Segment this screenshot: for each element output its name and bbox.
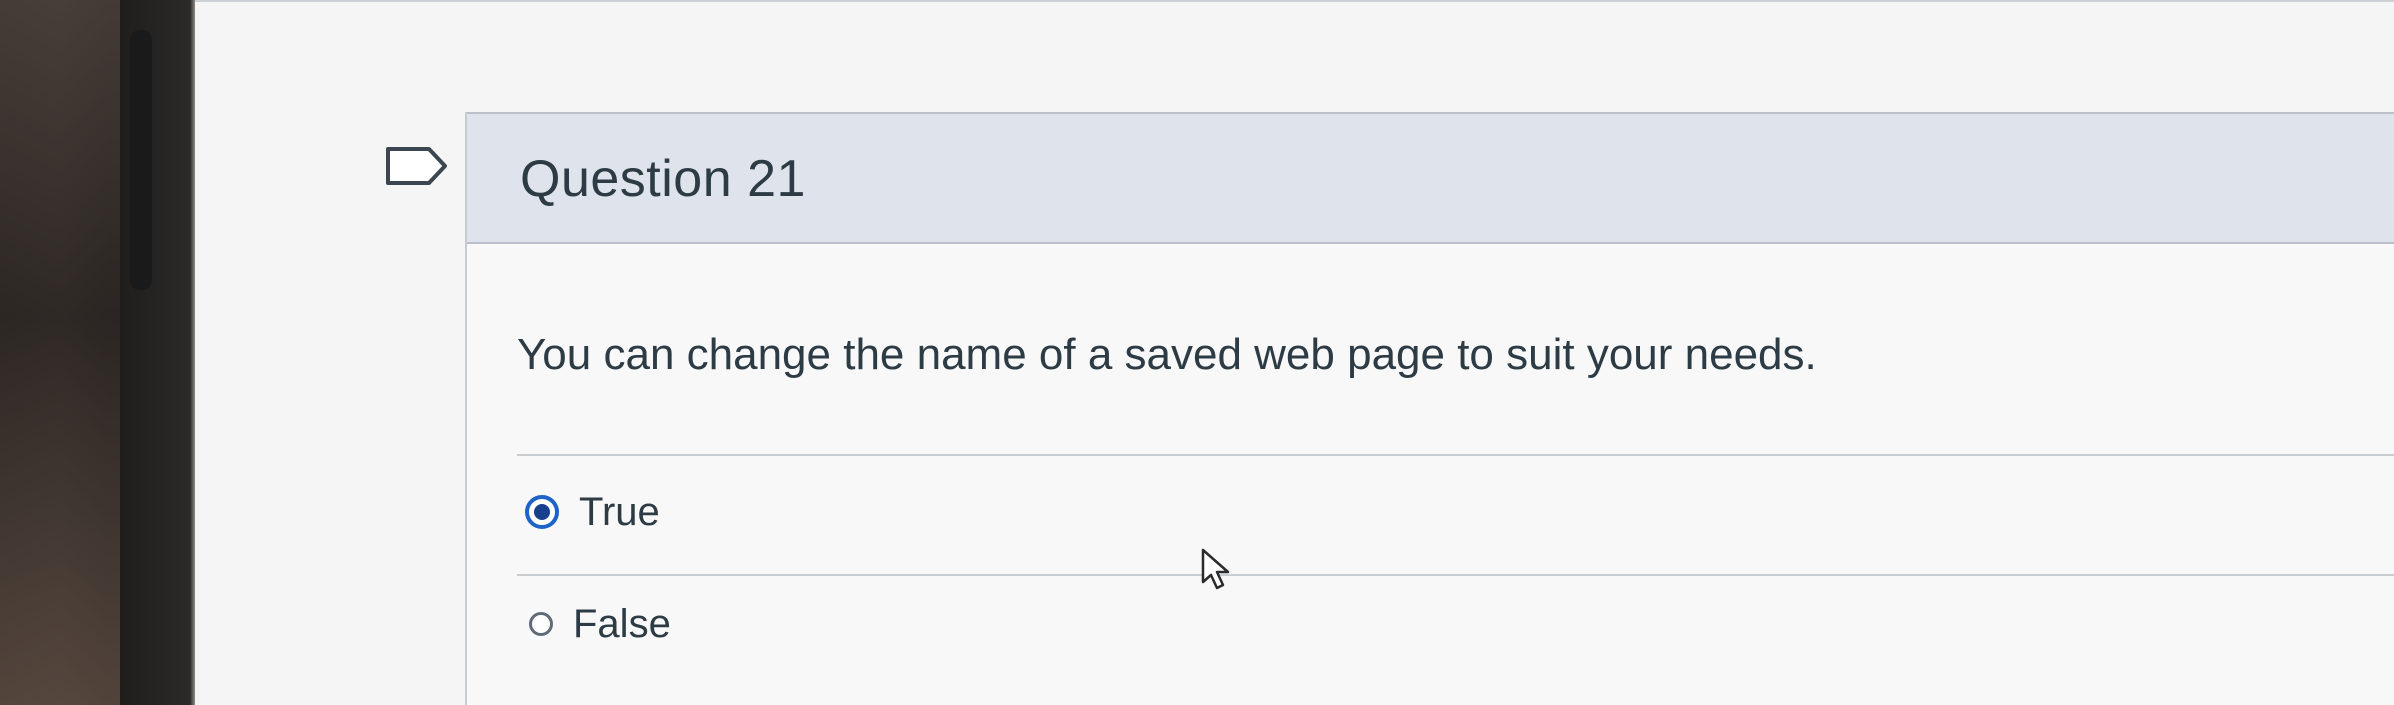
flag-icon[interactable]: [385, 146, 449, 186]
answer-label-false[interactable]: False: [573, 602, 671, 647]
answer-divider: [517, 574, 2394, 576]
answer-option-false[interactable]: False: [517, 589, 1217, 659]
mouse-pointer-icon: [1201, 548, 1230, 590]
top-divider: [195, 0, 2394, 2]
photo-frame: Question 21 You can change the name of a…: [0, 0, 2394, 705]
bezel-strip: [130, 30, 152, 290]
answer-label-true[interactable]: True: [579, 490, 660, 535]
question-text: You can change the name of a saved web p…: [517, 330, 1817, 379]
screen: Question 21 You can change the name of a…: [195, 0, 2394, 705]
question-card: Question 21 You can change the name of a…: [465, 112, 2394, 705]
answer-divider: [517, 454, 2394, 456]
radio-button[interactable]: [529, 612, 553, 636]
monitor-bezel: [0, 0, 120, 705]
radio-button-selected[interactable]: [525, 495, 559, 529]
question-title: Question 21: [520, 150, 806, 208]
answer-option-true[interactable]: True: [517, 477, 1217, 547]
question-header: Question 21: [467, 112, 2394, 244]
